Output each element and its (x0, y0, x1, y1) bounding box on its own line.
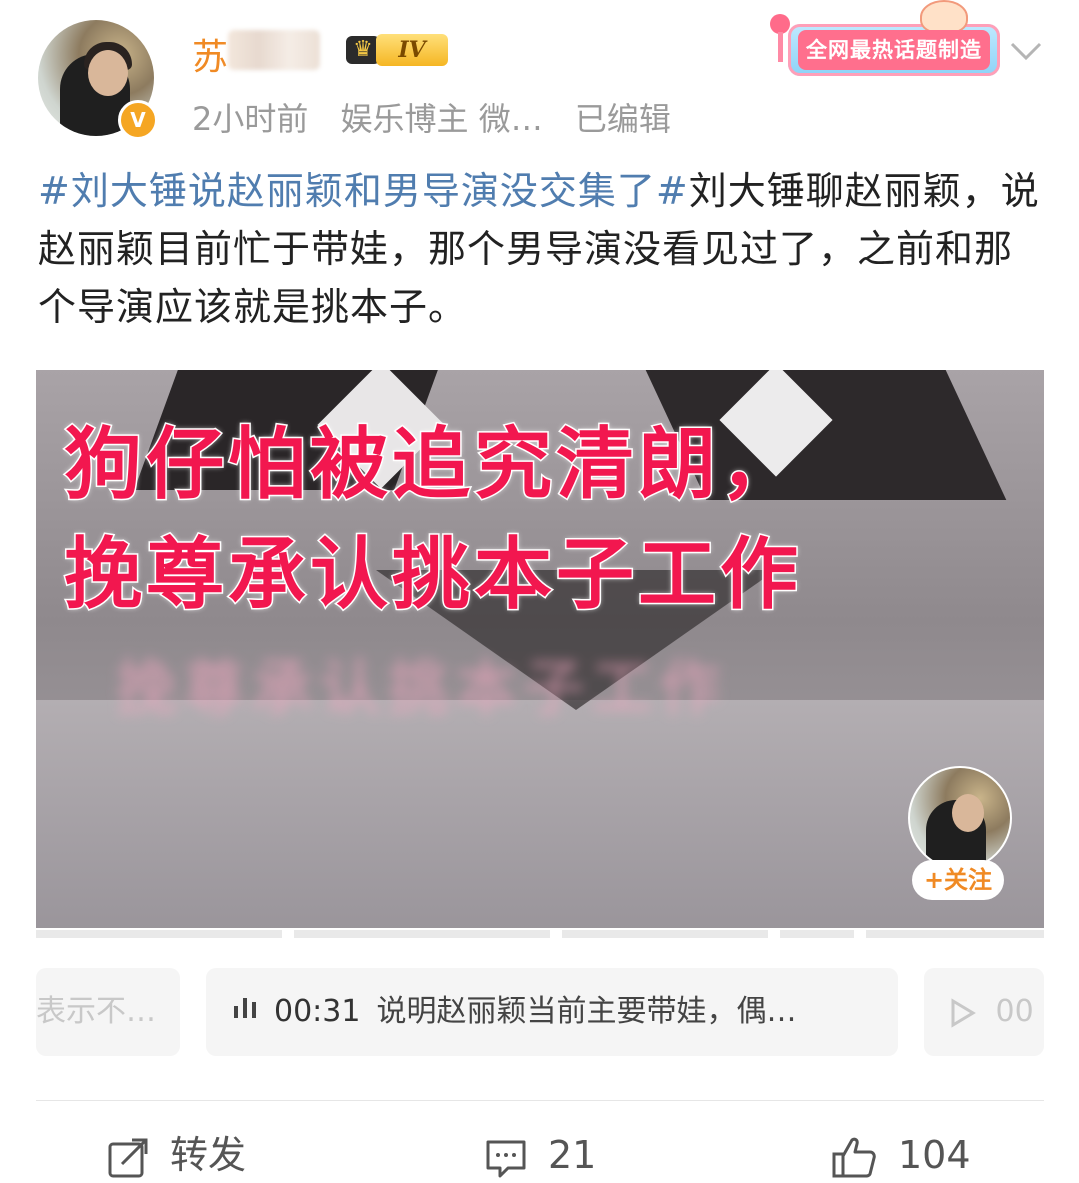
audio-summary-chip[interactable]: 00:31 说明赵丽颖当前主要带娃，偶… (206, 968, 898, 1056)
post-text: #刘大锤说赵丽颖和男导演没交集了#刘大锤聊赵丽颖，说赵丽颖目前忙于带娃，那个男导… (38, 162, 1048, 336)
comment-icon (486, 1140, 526, 1177)
caption-line-1: 狗仔怕被追究清朗， (63, 419, 803, 512)
chip-left[interactable]: 表示不… (36, 968, 180, 1056)
audio-summary-text: 说明赵丽颖当前主要带娃，偶… (376, 994, 797, 1029)
chip-right[interactable]: 00 (924, 968, 1044, 1056)
thumbnail-strip (294, 930, 550, 938)
username[interactable]: 苏 (192, 28, 230, 80)
author-mini-avatar[interactable] (908, 766, 1012, 870)
thumbnail-strip (36, 930, 282, 938)
level-badge: ♛ IV (346, 32, 450, 68)
joystick-icon (770, 14, 790, 34)
repost-label: 转发 (170, 1133, 247, 1177)
video-caption: 狗仔怕被追究清朗， 挽尊承认挑本子工作 (63, 410, 1024, 630)
video-preview[interactable]: 挽尊承认挑本子工作 狗仔怕被追究清朗， 挽尊承认挑本子工作 +关注 (36, 370, 1044, 928)
post-meta: 2小时前 娱乐博主 微… 已编辑 (192, 94, 693, 140)
blurred-caption-shadow: 挽尊承认挑本子工作 (116, 654, 728, 724)
hashtag-link[interactable]: #刘大锤说赵丽颖和男导演没交集了# (38, 169, 689, 213)
thumbnail-strip (562, 930, 768, 938)
username-blur (228, 30, 320, 70)
audio-bars-icon (230, 969, 264, 1057)
promo-label: 全网最热话题制造机 (798, 30, 990, 102)
play-icon (950, 994, 996, 1029)
thumbs-up-icon (832, 1137, 876, 1177)
promo-badge[interactable]: 全网最热话题制造机 (770, 0, 1002, 102)
crown-icon: ♛ (346, 36, 380, 64)
post-time: 2小时前 (192, 100, 309, 138)
chip-right-time: 00 (995, 994, 1034, 1029)
edited-label[interactable]: 已编辑 (575, 100, 671, 138)
post-source[interactable]: 娱乐博主 微… (341, 100, 543, 138)
level-label: IV (376, 34, 448, 66)
like-button[interactable]: 104 (830, 1130, 971, 1180)
like-count: 104 (898, 1133, 971, 1177)
repost-button[interactable]: 转发 (106, 1130, 246, 1180)
follow-button[interactable]: +关注 (912, 860, 1004, 900)
chevron-down-icon[interactable] (1006, 36, 1046, 66)
mascot-icon (920, 0, 968, 34)
verified-badge-icon: V (118, 100, 158, 140)
thumbnail-strip (780, 930, 854, 938)
comment-button[interactable]: 21 (484, 1130, 596, 1180)
thumbnail-strip (866, 930, 1044, 938)
audio-time: 00:31 (274, 994, 361, 1029)
caption-line-2: 挽尊承认挑本子工作 (63, 529, 803, 622)
comment-count: 21 (548, 1133, 597, 1177)
repost-icon (108, 1138, 148, 1177)
divider (36, 1100, 1044, 1101)
